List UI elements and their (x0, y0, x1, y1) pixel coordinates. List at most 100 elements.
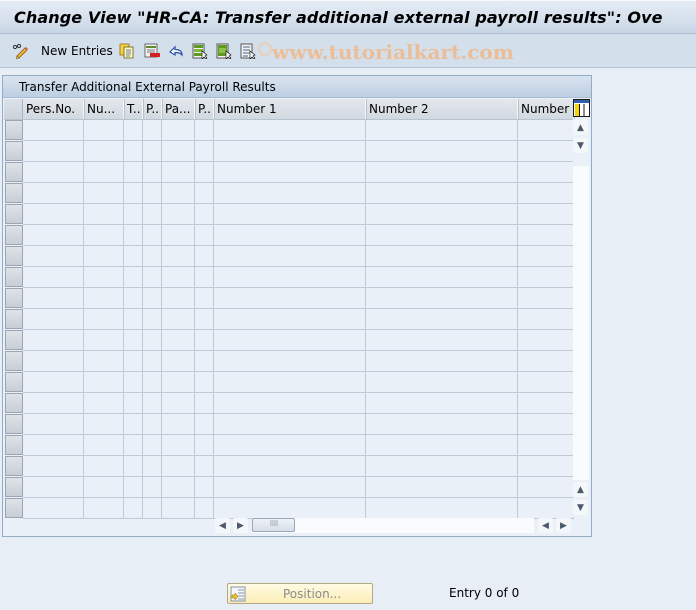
table-cell[interactable] (162, 141, 195, 162)
table-cell[interactable] (162, 288, 195, 309)
undo-change-button[interactable] (168, 42, 184, 60)
table-cell[interactable] (124, 330, 143, 351)
table-cell[interactable] (143, 204, 162, 225)
column-header-pa[interactable]: Pa... (162, 99, 195, 119)
table-cell[interactable] (124, 141, 143, 162)
column-header-number-1[interactable]: Number 1 (214, 99, 366, 119)
table-cell[interactable] (84, 120, 124, 141)
table-cell[interactable] (195, 225, 214, 246)
table-cell[interactable] (84, 267, 124, 288)
table-cell[interactable] (23, 288, 84, 309)
table-cell[interactable] (143, 393, 162, 414)
select-block-button[interactable] (216, 42, 232, 60)
table-cell[interactable] (23, 162, 84, 183)
table-cell[interactable] (143, 120, 162, 141)
table-cell[interactable] (143, 183, 162, 204)
table-cell[interactable] (84, 456, 124, 477)
scroll-right-end-button[interactable]: ▶ (556, 518, 571, 533)
table-cell[interactable] (214, 435, 366, 456)
table-cell[interactable] (143, 477, 162, 498)
table-cell[interactable] (195, 141, 214, 162)
table-cell[interactable] (23, 330, 84, 351)
table-cell[interactable] (162, 267, 195, 288)
table-cell[interactable] (23, 456, 84, 477)
table-cell[interactable] (195, 120, 214, 141)
display-change-toggle-button[interactable] (12, 42, 28, 60)
copy-as-button[interactable] (119, 42, 135, 60)
position-button[interactable]: Position... (227, 583, 373, 604)
row-selector[interactable] (5, 267, 23, 287)
table-cell[interactable] (214, 309, 366, 330)
table-cell[interactable] (214, 183, 366, 204)
table-cell[interactable] (124, 498, 143, 519)
column-header-number[interactable]: Nu... (84, 99, 124, 119)
table-cell[interactable] (84, 225, 124, 246)
table-cell[interactable] (23, 183, 84, 204)
vertical-scrollbar[interactable]: ▲ ▼ ▲ ▼ (573, 120, 589, 517)
table-cell[interactable] (23, 246, 84, 267)
table-cell[interactable] (143, 225, 162, 246)
table-cell[interactable] (214, 288, 366, 309)
table-cell[interactable] (124, 183, 143, 204)
table-cell[interactable] (23, 141, 84, 162)
vertical-scroll-track[interactable] (573, 166, 589, 480)
table-cell[interactable] (366, 288, 518, 309)
table-cell[interactable] (366, 393, 518, 414)
table-cell[interactable] (23, 267, 84, 288)
row-selector[interactable] (5, 288, 23, 308)
table-cell[interactable] (366, 414, 518, 435)
table-cell[interactable] (162, 435, 195, 456)
table-cell[interactable] (518, 162, 574, 183)
table-cell[interactable] (214, 477, 366, 498)
table-cell[interactable] (143, 246, 162, 267)
table-cell[interactable] (143, 288, 162, 309)
table-cell[interactable] (143, 267, 162, 288)
table-cell[interactable] (366, 183, 518, 204)
table-cell[interactable] (195, 330, 214, 351)
new-entries-button[interactable]: New Entries (41, 42, 113, 60)
table-cell[interactable] (143, 330, 162, 351)
row-selector[interactable] (5, 351, 23, 371)
table-cell[interactable] (518, 225, 574, 246)
scroll-up-top-button[interactable]: ▲ (573, 120, 588, 135)
table-cell[interactable] (366, 456, 518, 477)
table-cell[interactable] (124, 372, 143, 393)
table-cell[interactable] (84, 393, 124, 414)
table-cell[interactable] (195, 267, 214, 288)
table-cell[interactable] (143, 351, 162, 372)
table-cell[interactable] (518, 414, 574, 435)
table-cell[interactable] (124, 204, 143, 225)
table-cell[interactable] (518, 477, 574, 498)
table-cell[interactable] (23, 309, 84, 330)
row-selector[interactable] (5, 372, 23, 392)
table-cell[interactable] (23, 351, 84, 372)
table-cell[interactable] (366, 120, 518, 141)
table-cell[interactable] (366, 477, 518, 498)
select-all-rows-corner[interactable] (4, 99, 23, 119)
table-cell[interactable] (518, 330, 574, 351)
delete-button[interactable] (144, 42, 160, 60)
table-cell[interactable] (162, 309, 195, 330)
table-cell[interactable] (124, 120, 143, 141)
scroll-left-end-button[interactable]: ◀ (538, 518, 553, 533)
table-cell[interactable] (23, 477, 84, 498)
table-cell[interactable] (143, 414, 162, 435)
table-cell[interactable] (518, 498, 574, 519)
table-cell[interactable] (518, 267, 574, 288)
table-cell[interactable] (23, 498, 84, 519)
table-cell[interactable] (23, 225, 84, 246)
table-cell[interactable] (518, 204, 574, 225)
table-cell[interactable] (84, 330, 124, 351)
table-cell[interactable] (195, 183, 214, 204)
table-cell[interactable] (214, 414, 366, 435)
table-cell[interactable] (124, 456, 143, 477)
table-cell[interactable] (162, 225, 195, 246)
scroll-up-bottom-button[interactable]: ▲ (573, 482, 588, 497)
table-cell[interactable] (366, 162, 518, 183)
table-cell[interactable] (195, 414, 214, 435)
table-cell[interactable] (518, 372, 574, 393)
table-cell[interactable] (84, 351, 124, 372)
scroll-down-bottom-button[interactable]: ▼ (573, 500, 588, 515)
row-selector[interactable] (5, 435, 23, 455)
table-cell[interactable] (214, 267, 366, 288)
